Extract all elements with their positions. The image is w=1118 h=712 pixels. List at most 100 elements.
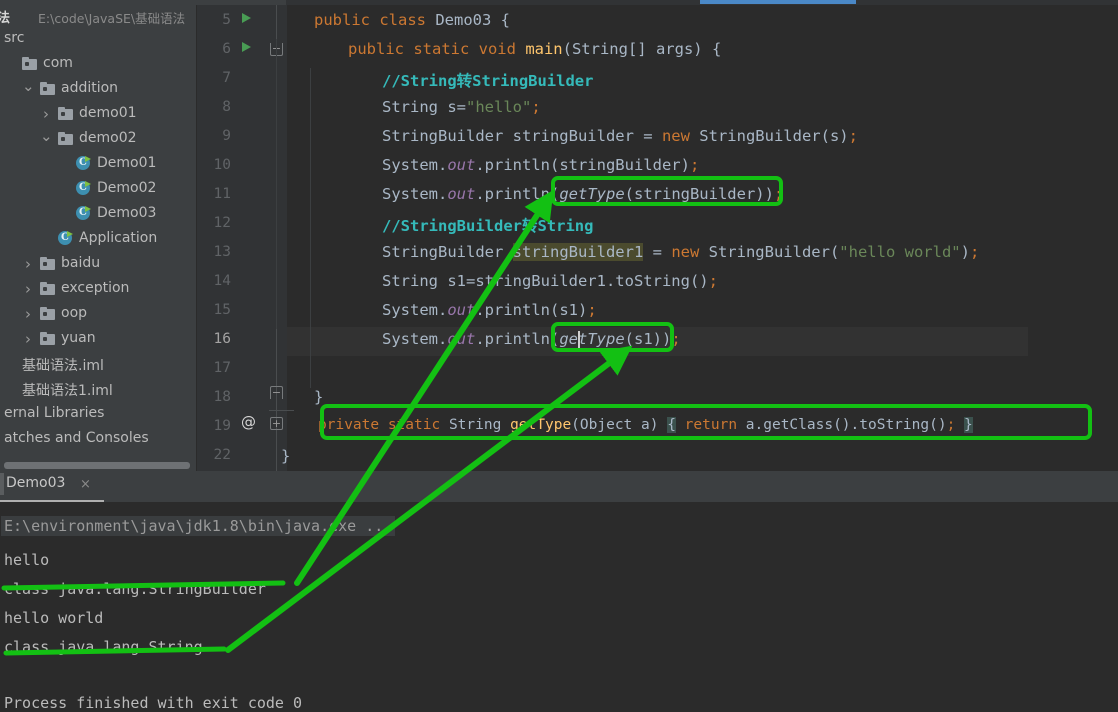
sidebar-horizontal-scrollbar[interactable] bbox=[4, 462, 190, 469]
annotation-gutter-marker: @ bbox=[241, 413, 256, 431]
code-text-area[interactable]: public class Demo03 { public static void… bbox=[269, 5, 1118, 471]
line-number: 10 bbox=[213, 157, 231, 173]
code-line-18: } bbox=[314, 388, 324, 406]
tree-item-label: oop bbox=[61, 305, 88, 321]
folder-icon bbox=[22, 57, 37, 70]
project-path: E:\code\JavaSE\基础语法 bbox=[38, 11, 186, 26]
folder-icon bbox=[40, 257, 55, 270]
chevron-right-icon[interactable] bbox=[22, 282, 34, 296]
tree-item-label: com bbox=[43, 55, 73, 71]
console-output-line: hello bbox=[4, 551, 50, 569]
active-tab-indicator[interactable] bbox=[700, 0, 856, 4]
fold-region-line bbox=[269, 410, 294, 411]
tree-item-label: Demo01 bbox=[97, 155, 157, 171]
tree-item-label: demo01 bbox=[79, 105, 137, 121]
tree-item-label: 基础语法1.iml bbox=[22, 383, 113, 399]
close-icon[interactable]: × bbox=[80, 477, 91, 492]
tree-item[interactable]: ernal Libraries bbox=[0, 402, 196, 427]
folder-icon bbox=[58, 107, 73, 120]
tree-item[interactable]: 基础语法1.iml bbox=[0, 377, 196, 402]
folder-icon bbox=[40, 282, 55, 295]
tree-item-label: ernal Libraries bbox=[4, 405, 105, 421]
code-line-10: System.out.println(stringBuilder); bbox=[382, 156, 700, 174]
console-output-line: class java.lang.StringBuilder bbox=[4, 580, 266, 598]
text-caret bbox=[578, 331, 580, 350]
run-gutter-icon-class[interactable] bbox=[242, 13, 251, 23]
run-tab-demo03[interactable]: Demo03 bbox=[6, 475, 65, 491]
indent-guide-inner bbox=[310, 68, 311, 388]
project-name: 语法 bbox=[0, 11, 11, 26]
console-output[interactable]: E:\environment\java\jdk1.8\bin\java.exe … bbox=[0, 502, 1118, 712]
line-number: 14 bbox=[213, 273, 231, 289]
tree-item[interactable]: C Demo03 bbox=[0, 202, 196, 227]
code-editor[interactable]: 567891011121314151617181922 @ − − + publ… bbox=[197, 5, 1118, 471]
project-header[interactable]: 语法 E:\code\JavaSE\基础语法 bbox=[0, 5, 196, 27]
code-line-5: public class Demo03 { bbox=[314, 11, 510, 29]
chevron-right-icon[interactable] bbox=[22, 332, 34, 346]
tree-item-label: addition bbox=[61, 80, 119, 96]
tree-item[interactable]: C Demo01 bbox=[0, 152, 196, 177]
line-number: 8 bbox=[222, 99, 231, 115]
code-line-15: System.out.println(s1); bbox=[382, 301, 597, 319]
tree-item[interactable]: C Application bbox=[0, 227, 196, 252]
tree-item[interactable]: atches and Consoles bbox=[0, 427, 196, 452]
tree-item[interactable]: demo02 bbox=[0, 127, 196, 152]
java-class-icon: C bbox=[76, 156, 91, 171]
tree-item[interactable]: exception bbox=[0, 277, 196, 302]
run-tab-bar: Demo03 × bbox=[0, 471, 1118, 503]
code-line-16: System.out.println(getType(s1)); bbox=[382, 330, 681, 348]
chevron-right-icon[interactable] bbox=[22, 257, 34, 271]
folder-icon bbox=[40, 332, 55, 345]
indent-guide-outer bbox=[276, 39, 277, 329]
chevron-right-icon[interactable] bbox=[22, 307, 34, 321]
tree-item[interactable]: src bbox=[0, 27, 196, 52]
project-tree[interactable]: src com addition demo01 demo02 C Demo01 C Demo02… bbox=[0, 27, 196, 452]
folder-icon bbox=[40, 82, 55, 95]
tree-item[interactable]: 基础语法.iml bbox=[0, 352, 196, 377]
code-line-14: String s1=stringBuilder1.toString(); bbox=[382, 272, 718, 290]
line-number: 6 bbox=[222, 41, 231, 57]
tree-item-label: src bbox=[4, 30, 25, 46]
tree-item[interactable]: yuan bbox=[0, 327, 196, 352]
fold-marker-close[interactable]: − bbox=[270, 386, 283, 399]
code-line-6: public static void main(String[] args) { bbox=[348, 40, 722, 58]
tree-item-label: Demo02 bbox=[97, 180, 157, 196]
line-number: 16 bbox=[213, 331, 231, 347]
chevron-down-icon[interactable] bbox=[22, 82, 34, 96]
tree-item-label: exception bbox=[61, 280, 130, 296]
line-number: 11 bbox=[213, 186, 231, 202]
console-output-line: hello world bbox=[4, 609, 104, 627]
run-panel: Demo03 × E:\environment\java\jdk1.8\bin\… bbox=[0, 471, 1118, 712]
ide-window: 语法 E:\code\JavaSE\基础语法 src com addition dem… bbox=[0, 0, 1118, 712]
tree-item[interactable]: C Demo02 bbox=[0, 177, 196, 202]
code-line-22: } bbox=[281, 447, 291, 465]
console-output-line: Process finished with exit code 0 bbox=[4, 694, 303, 712]
tree-item[interactable]: oop bbox=[0, 302, 196, 327]
code-line-8: String s="hello"; bbox=[382, 98, 541, 116]
line-number: 12 bbox=[213, 215, 231, 231]
line-number: 13 bbox=[213, 244, 231, 260]
tree-item[interactable]: com bbox=[0, 52, 196, 77]
code-line-11: System.out.println(getType(stringBuilder… bbox=[382, 185, 784, 203]
chevron-down-icon[interactable] bbox=[40, 132, 52, 146]
project-sidebar: 语法 E:\code\JavaSE\基础语法 src com addition dem… bbox=[0, 5, 196, 471]
tree-item[interactable]: addition bbox=[0, 77, 196, 102]
line-number: 15 bbox=[213, 302, 231, 318]
run-gutter-icon-main[interactable] bbox=[242, 42, 251, 52]
editor-gutter[interactable]: 567891011121314151617181922 @ − − + bbox=[197, 5, 287, 471]
chevron-right-icon[interactable] bbox=[40, 107, 52, 121]
line-number: 22 bbox=[213, 447, 231, 463]
console-command-line: E:\environment\java\jdk1.8\bin\java.exe … bbox=[1, 516, 396, 536]
folder-icon bbox=[58, 132, 73, 145]
line-number: 19 bbox=[213, 418, 231, 434]
tree-item-label: Application bbox=[79, 230, 158, 246]
fold-marker-collapsed[interactable]: + bbox=[270, 417, 283, 430]
console-output-line: class java.lang.String bbox=[4, 638, 203, 656]
tree-item[interactable]: baidu bbox=[0, 252, 196, 277]
code-line-9: StringBuilder stringBuilder = new String… bbox=[382, 127, 858, 145]
code-line-13: StringBuilder stringBuilder1 = new Strin… bbox=[382, 243, 980, 261]
java-class-icon: C bbox=[76, 181, 91, 196]
tree-item[interactable]: demo01 bbox=[0, 102, 196, 127]
line-number: 9 bbox=[222, 128, 231, 144]
java-class-icon: C bbox=[58, 231, 73, 246]
